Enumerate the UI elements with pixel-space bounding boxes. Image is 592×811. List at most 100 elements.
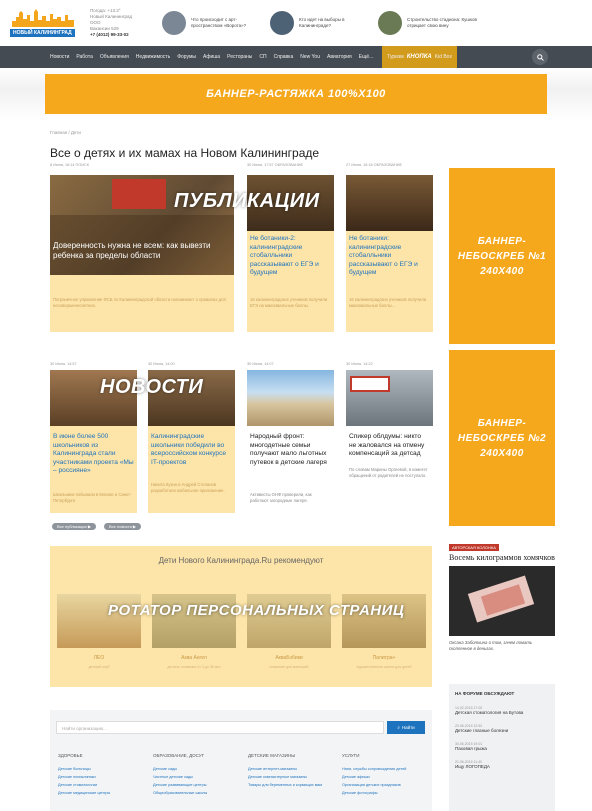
publication-title[interactable]: Доверенность нужна не всем: как вывезти … <box>53 241 231 261</box>
directory-link[interactable]: Детские фотографы <box>342 791 432 795</box>
directory-column-education: ОБРАЗОВАНИЕ, ДОСУГ Детские сады Частные … <box>153 753 243 799</box>
banner-tall-1[interactable]: БАННЕР- НЕБОСКРЕБ №1 240Х400 <box>449 168 555 344</box>
nav-item-afisha[interactable]: Афиша <box>203 54 220 60</box>
forum-item[interactable]: 21.06.2015 11:40 Ищу ЛОГОПЕДА <box>455 760 549 769</box>
news-photo <box>247 370 334 426</box>
news-overlay: НОВОСТИ <box>100 376 204 398</box>
news-meta-1: 30 Июня, 14:57 <box>50 362 77 366</box>
directory-column-head: ДЕТСКИЕ МАГАЗИНЫ <box>248 753 296 758</box>
directory-link[interactable]: Детские поликлиники <box>58 775 148 779</box>
directory-link[interactable]: Детские сады <box>153 767 243 771</box>
recommend-name[interactable]: ЛЕО <box>57 655 141 661</box>
news-excerpt: Активисты ОНФ проверили, как работают за… <box>250 492 312 503</box>
page: НОВЫЙ КАЛИНИНГРАД Погода: +13.3° Новый К… <box>0 0 592 811</box>
banner-tall-2-label: БАННЕР- НЕБОСКРЕБ №2 240Х400 <box>458 416 546 461</box>
page-title: Все о детях и их мамах на Новом Калининг… <box>50 146 320 160</box>
news-title[interactable]: Калининградские школьники победили во вс… <box>151 433 232 467</box>
banner-tall-2[interactable]: БАННЕР- НЕБОСКРЕБ №2 240Х400 <box>449 350 555 526</box>
header-teaser-1[interactable]: Что происходит с арт-пространством «Воро… <box>162 11 262 35</box>
author-column-caption: Оксана Заботкина о том, зачем ломать ско… <box>449 640 533 651</box>
publication-photo <box>346 175 433 231</box>
directory-column-health: ЗДОРОВЬЕ Детские больницы Детские поликл… <box>58 753 148 799</box>
recommend-sub: детское плавание от 3 до 36 мес <box>167 665 221 669</box>
nav-item-realty[interactable]: Недвижимость <box>136 54 170 60</box>
nav-item-help[interactable]: Справка <box>274 54 294 60</box>
nav-item-sp[interactable]: СП <box>259 54 266 60</box>
phone-text: +7 (4012) 99-33-02 <box>90 32 129 37</box>
nav-item-ads[interactable]: Объявления <box>100 54 129 60</box>
all-publications-button[interactable]: Все публикации ▶ <box>52 523 96 530</box>
directory-link[interactable]: Детские медицинские центры <box>58 791 148 795</box>
news-title[interactable]: Спикер облдумы: никто не жаловался на от… <box>349 433 430 459</box>
forum-item[interactable]: 14.02.2015 17:00 Детская стоматология на… <box>455 706 549 715</box>
recommend-name[interactable]: АкваБэбики <box>247 655 331 661</box>
forum-topic[interactable]: Паховая грыжа <box>455 746 549 751</box>
recommend-name[interactable]: Аква Ангел <box>152 655 236 661</box>
publication-title[interactable]: Не ботаники-2: калининградские стобалльн… <box>250 235 331 278</box>
nav-special-button[interactable]: КНОПКА <box>407 54 432 60</box>
forum-topic[interactable]: Детская стоматология на Бутова <box>455 710 549 715</box>
news-card-4[interactable]: Спикер облдумы: никто не жаловался на от… <box>346 370 433 513</box>
directory-link[interactable]: Няни, службы сопровождения детей <box>342 767 432 771</box>
search-icon: ⌕ <box>397 725 400 730</box>
header-teaser-3[interactable]: Строительство стадиона: Кушков отрицает … <box>378 11 478 35</box>
directory-link[interactable]: Общеобразовательные школы <box>153 791 243 795</box>
directory-link[interactable]: Детские стоматологии <box>58 783 148 787</box>
publication-excerpt: 16 калининградских учеников получили мак… <box>349 297 427 308</box>
news-excerpt: Школьники побывали в Москве и Санкт-Пете… <box>53 492 132 503</box>
nav-item-more[interactable]: Ещё... <box>359 54 373 60</box>
teaser-text: Кто идет на выборы в Калининграде? <box>299 17 345 28</box>
nav-item-jobs[interactable]: Работа <box>76 54 93 60</box>
header-teaser-2[interactable]: Кто идет на выборы в Калининграде? <box>270 11 370 35</box>
site-logo[interactable]: НОВЫЙ КАЛИНИНГРАД <box>10 7 80 39</box>
publication-meta-3: 27 Июня, 16:18 ОБРАЗОВАНИЕ <box>346 163 403 167</box>
teaser-thumb <box>270 11 294 35</box>
banner-wide[interactable]: БАННЕР-РАСТЯЖКА 100%Х100 <box>45 74 547 114</box>
forum-item[interactable]: 30.06.2015 19:01 Паховая грыжа <box>455 742 549 751</box>
forum-topic[interactable]: Детские глазные болезни <box>455 728 549 733</box>
nav-item-restaurants[interactable]: Рестораны <box>227 54 252 60</box>
news-card-3[interactable]: Народный фронт: многодетные семьи получа… <box>247 370 334 513</box>
directory-search-button[interactable]: ⌕ Найти <box>387 721 425 734</box>
directory-link[interactable]: Частные детские сады <box>153 775 243 779</box>
directory-link[interactable]: Детские компьютерные магазины <box>248 775 338 779</box>
banner-tall-1-line-3: 240Х400 <box>480 265 524 277</box>
news-title[interactable]: Народный фронт: многодетные семьи получа… <box>250 433 331 467</box>
news-photo <box>346 370 433 426</box>
publication-meta-2: 30 Июня, 17:57 ОБРАЗОВАНИЕ <box>247 163 304 167</box>
publication-title[interactable]: Не ботаники: калининградские стобалльник… <box>349 235 430 278</box>
forum-topic[interactable]: Ищу ЛОГОПЕДА <box>455 764 549 769</box>
publication-excerpt: 16 калининградских учеников получили ЕГЭ… <box>250 297 328 308</box>
publication-card-3[interactable]: Не ботаники: калининградские стобалльник… <box>346 175 433 332</box>
recommend-name[interactable]: Палитра+ <box>342 655 426 661</box>
recommend-sub: детский клуб <box>88 665 110 669</box>
directory-link[interactable]: Детские афиши <box>342 775 432 779</box>
author-column-title[interactable]: Восемь килограммов хомячков <box>449 553 555 562</box>
nav-special-block[interactable]: Туризм КНОПКА Kid Box <box>382 46 457 68</box>
author-column[interactable]: АВТОРСКАЯ КОЛОНКА Восемь килограммов хом… <box>449 544 555 651</box>
nav-special-left: Туризм <box>387 54 404 60</box>
news-meta-2: 30 Июня, 14:00 <box>148 362 175 366</box>
teaser-text: Что происходит с арт-пространством «Воро… <box>191 17 247 28</box>
directory-link[interactable]: Организация детских праздников <box>342 783 432 787</box>
nav-item-news[interactable]: Новости <box>50 54 69 60</box>
all-news-button[interactable]: Все новости ▶ <box>104 523 141 530</box>
news-title[interactable]: В июне более 500 школьников из Калинингр… <box>53 433 134 476</box>
directory-link[interactable]: Детские больницы <box>58 767 148 771</box>
directory-column-head: ОБРАЗОВАНИЕ, ДОСУГ <box>153 753 205 758</box>
directory-search-input[interactable]: Найти организацию... <box>56 721 384 734</box>
nav-item-newyou[interactable]: New You <box>300 54 320 60</box>
forum-item[interactable]: 20.06.2015 12:52 Детские глазные болезни <box>455 724 549 733</box>
directory-link[interactable]: Детские интернет-магазины <box>248 767 338 771</box>
directory-block: Найти организацию... ⌕ Найти ЗДОРОВЬЕ Де… <box>50 710 432 811</box>
breadcrumb[interactable]: Главная / Дети <box>50 130 81 135</box>
nav-item-aviatoria[interactable]: Авиатория <box>327 54 352 60</box>
teaser-thumb <box>378 11 402 35</box>
directory-link[interactable]: Детские развивающие центры <box>153 783 243 787</box>
author-column-tag[interactable]: АВТОРСКАЯ КОЛОНКА <box>449 544 499 551</box>
nav-item-forums[interactable]: Форумы <box>177 54 196 60</box>
banner-tall-2-line-1: БАННЕР- <box>477 417 527 429</box>
search-icon[interactable] <box>532 49 548 65</box>
forum-block: НА ФОРУМЕ ОБСУЖДАЮТ 14.02.2015 17:00 Дет… <box>449 684 555 811</box>
directory-link[interactable]: Товары для беременных и кормящих мам <box>248 783 338 787</box>
